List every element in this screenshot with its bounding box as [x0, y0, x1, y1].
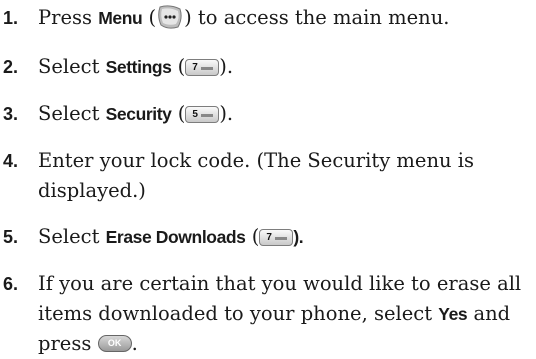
erase-downloads-keyword: Erase Downloads — [105, 227, 246, 247]
step-text: Select Security (5). — [38, 99, 233, 129]
step-text: Select Erase Downloads (7). — [38, 222, 304, 252]
menu-key-icon — [156, 4, 184, 30]
step-number: 1. — [3, 8, 19, 28]
step-text-prefix: Select — [38, 225, 106, 248]
key-5-icon: 5 — [185, 106, 220, 123]
step-text-suffix: ). — [219, 102, 234, 125]
step-text-line2-suffix: and — [467, 302, 511, 325]
open-paren: ( — [142, 6, 157, 29]
step-text: Select Settings (7). — [38, 52, 233, 82]
step-number: 6. — [3, 274, 19, 294]
security-keyword: Security — [105, 104, 172, 124]
step-text-line2: displayed.) — [38, 179, 146, 202]
instruction-list: 1. Press Menu ( ) to access the main menu… — [0, 0, 536, 359]
step-text-prefix: Select — [38, 55, 106, 78]
ok-key-icon: OK — [97, 335, 132, 352]
step-text-suffix: ). — [293, 227, 304, 247]
step-text-line1: If you are certain that you would like t… — [38, 272, 522, 295]
key-7-icon: 7 — [259, 229, 294, 246]
menu-keyword: Menu — [98, 8, 143, 28]
step-text-line3-prefix: press — [38, 332, 98, 355]
settings-keyword: Settings — [105, 57, 172, 77]
step-text-suffix: ). — [219, 55, 234, 78]
step-number: 4. — [3, 151, 19, 171]
open-paren: ( — [171, 102, 186, 125]
step-text-line3: press OK. — [38, 329, 138, 359]
step-text-suffix: ) to access the main menu. — [184, 6, 450, 29]
step-text: Press Menu ( ) to access the main menu. — [38, 3, 450, 33]
step-text-line2: items downloaded to your phone, select Y… — [38, 299, 510, 329]
key-7-icon: 7 — [185, 59, 220, 76]
step-number: 2. — [3, 57, 19, 77]
yes-keyword: Yes — [438, 304, 468, 324]
step-text-line3-suffix: . — [131, 332, 138, 355]
step-number: 3. — [3, 104, 19, 124]
step-text-prefix: Press — [38, 6, 99, 29]
step-text-prefix: Select — [38, 102, 106, 125]
open-paren: ( — [171, 55, 186, 78]
step-text-line2-prefix: items downloaded to your phone, select — [38, 302, 439, 325]
step-text-line1: Enter your lock code. (The Security menu… — [38, 149, 475, 172]
open-paren: ( — [245, 225, 260, 248]
step-number: 5. — [3, 227, 19, 247]
